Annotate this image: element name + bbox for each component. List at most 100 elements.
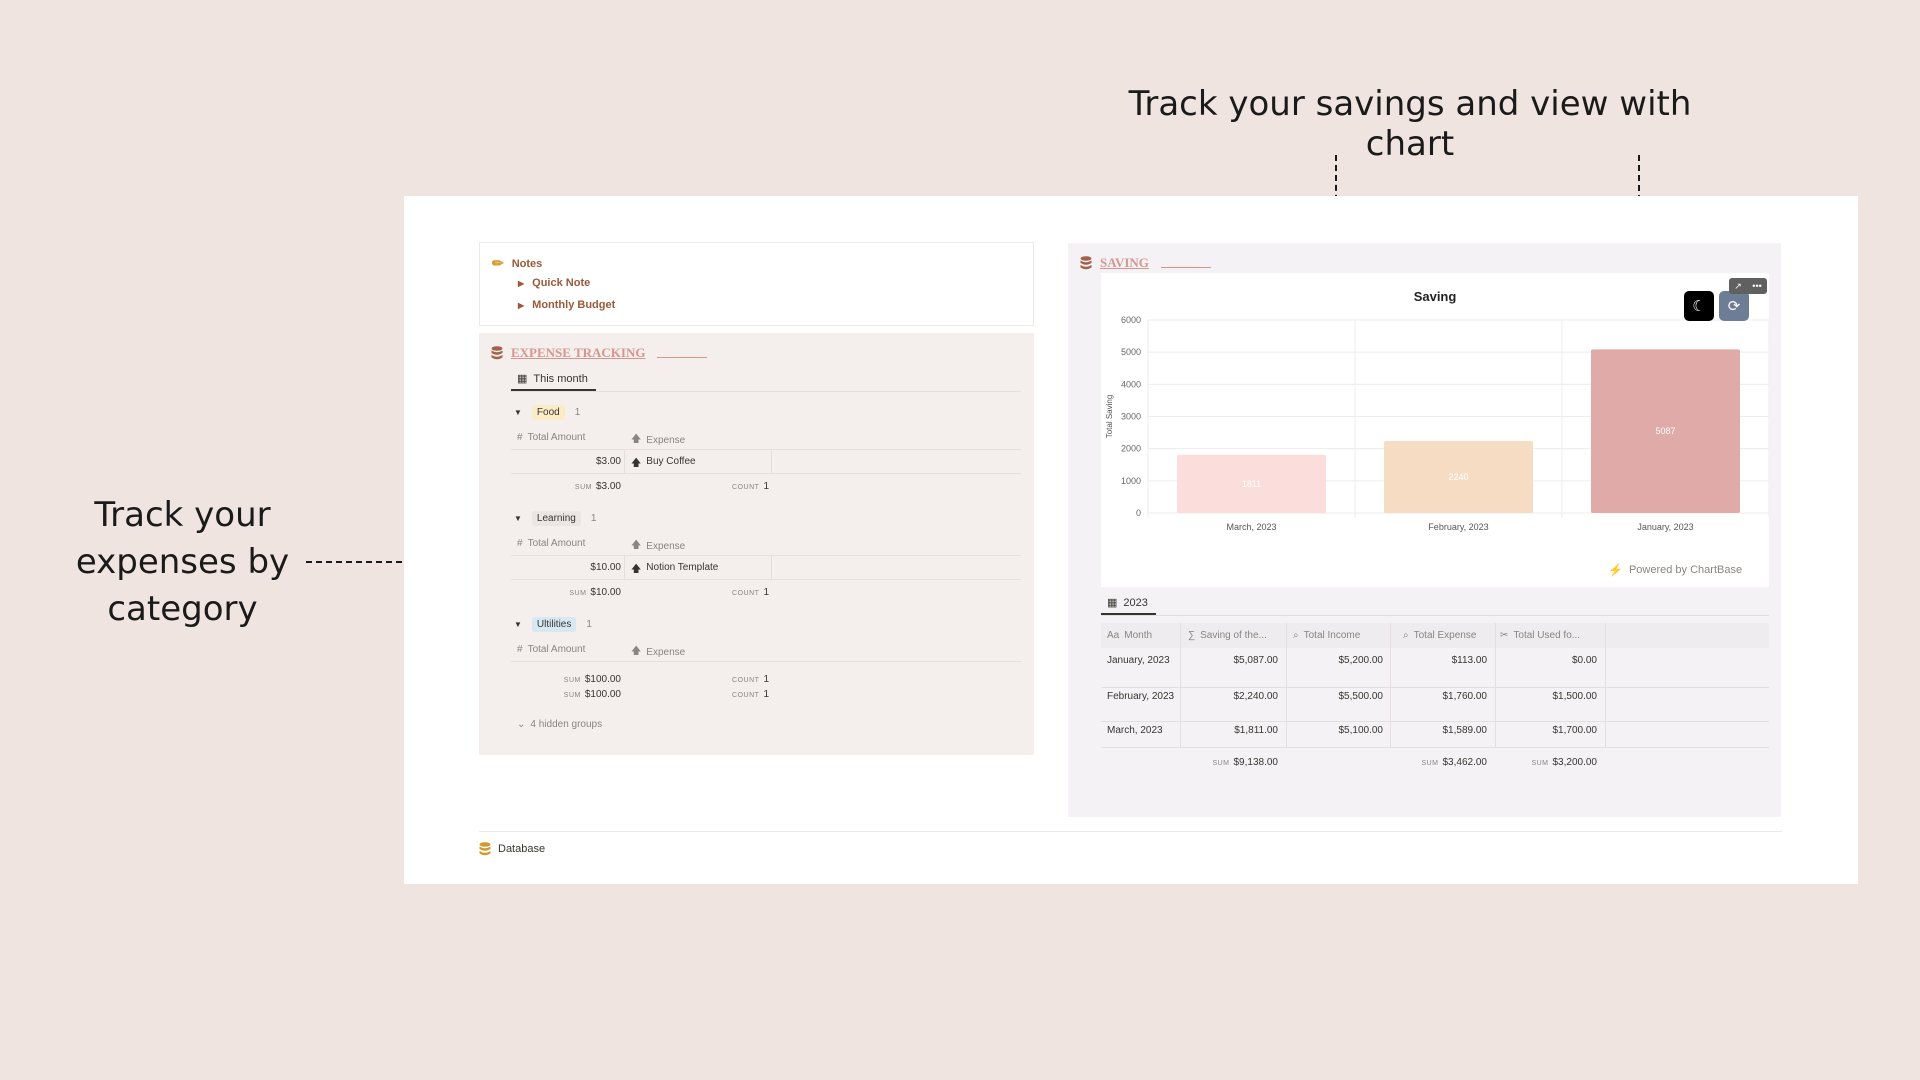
bar-value-label: 5087 bbox=[1655, 426, 1675, 436]
saving-db-title[interactable]: SAVING bbox=[1080, 255, 1211, 271]
learning-amount[interactable]: $10.00 bbox=[511, 562, 621, 573]
saving-row-used[interactable]: $0.00 bbox=[1488, 653, 1597, 668]
notes-heading: ✏ Notes bbox=[492, 255, 543, 271]
learning-sum: SUM $10.00 bbox=[569, 587, 621, 598]
toggle-monthly-budget[interactable]: ▶ Monthly Budget bbox=[518, 299, 615, 311]
arrow-up-icon: 🡅 bbox=[631, 564, 642, 575]
table-icon: ▦ bbox=[1107, 597, 1118, 609]
collapse-caret-icon[interactable]: ▼ bbox=[514, 620, 522, 629]
collapse-caret-icon[interactable]: ▼ bbox=[514, 514, 522, 523]
toggle-triangle-icon[interactable]: ▶ bbox=[518, 301, 524, 310]
food-expense[interactable]: 🡅 Buy Coffee bbox=[631, 456, 696, 473]
text-icon: Aa bbox=[1107, 630, 1120, 641]
powered-by-chartbase[interactable]: ⚡ Powered by ChartBase bbox=[1608, 563, 1742, 577]
group-food-header[interactable]: ▼ Food 1 bbox=[514, 405, 580, 420]
y-tick-label: 2000 bbox=[1121, 444, 1141, 454]
column-total-income[interactable]: ⌕ Total Income bbox=[1293, 630, 1360, 641]
column-saving[interactable]: ∑ Saving of the... bbox=[1188, 630, 1267, 641]
database-icon bbox=[491, 346, 503, 360]
saving-row-expense[interactable]: $1,760.00 bbox=[1383, 689, 1488, 704]
tab-this-month[interactable]: ▦ This month bbox=[517, 372, 588, 386]
saving-bar-chart: 0 1000 2000 3000 4000 5000 6000 1811 March, 2023… bbox=[1105, 315, 1769, 532]
table-icon: ▦ bbox=[517, 373, 528, 385]
database-link[interactable]: Database bbox=[479, 842, 545, 856]
saving-sum: SUM $9,138.00 bbox=[1212, 757, 1278, 768]
moon-icon: ☾ bbox=[1692, 298, 1706, 315]
group-utilities-pill: Ultilities bbox=[531, 617, 577, 632]
food-sum: SUM $3.00 bbox=[574, 481, 621, 492]
formula-icon: ✂ bbox=[1500, 630, 1509, 641]
y-tick-label: 5000 bbox=[1121, 347, 1141, 357]
number-icon: # bbox=[517, 644, 523, 655]
y-tick-label: 6000 bbox=[1121, 315, 1141, 325]
number-icon: # bbox=[517, 432, 523, 443]
arrow-up-icon: 🡅 bbox=[631, 458, 642, 469]
search-icon: ⌕ bbox=[1293, 630, 1299, 641]
bar-value-label: 2240 bbox=[1448, 472, 1468, 482]
chart-embed: Saving 0 1000 2000 3000 4000 5000 6000 1811 Marc… bbox=[1101, 273, 1769, 587]
utilities-count: COUNT 1 bbox=[732, 674, 769, 685]
dark-mode-button[interactable]: ☾ bbox=[1684, 291, 1714, 321]
food-count: COUNT 1 bbox=[732, 481, 769, 492]
saving-row-used[interactable]: $1,500.00 bbox=[1488, 689, 1598, 704]
toggle-quick-note[interactable]: ▶ Quick Note bbox=[518, 277, 590, 289]
hidden-groups-toggle[interactable]: ⌄ 4 hidden groups bbox=[517, 719, 602, 730]
column-expense[interactable]: 🡅 Expense bbox=[631, 432, 685, 449]
expense-tracking-database: EXPENSE TRACKING ▦ This month ▼ Food 1 #… bbox=[479, 333, 1034, 755]
y-axis-label: Total Saving bbox=[1105, 395, 1114, 439]
search-icon: ⌕ bbox=[1403, 630, 1409, 641]
column-month[interactable]: Aa Month bbox=[1107, 630, 1152, 641]
expenses-callout: Track your expenses by category bbox=[75, 495, 290, 629]
saving-database: SAVING Saving 0 1000 2000 3000 4000 5000 6000 1… bbox=[1068, 243, 1781, 817]
embed-toolbar[interactable]: ↗ ••• bbox=[1729, 278, 1767, 294]
x-tick-label: February, 2023 bbox=[1428, 522, 1488, 532]
utilities-sum: SUM $100.00 bbox=[563, 674, 621, 685]
saving-row-income[interactable]: $5,200.00 bbox=[1278, 653, 1384, 668]
collapse-caret-icon[interactable]: ▼ bbox=[514, 408, 522, 417]
group-learning-pill: Learning bbox=[531, 511, 581, 526]
refresh-icon: ⟳ bbox=[1727, 298, 1741, 315]
expand-icon[interactable]: ↗ bbox=[1734, 281, 1742, 292]
saving-row-expense[interactable]: $113.00 bbox=[1383, 653, 1487, 668]
more-icon[interactable]: ••• bbox=[1752, 281, 1761, 291]
utilities-sum-2: SUM $100.00 bbox=[563, 689, 621, 700]
group-learning-header[interactable]: ▼ Learning 1 bbox=[514, 511, 596, 526]
column-expense[interactable]: 🡅 Expense bbox=[631, 538, 685, 555]
x-tick-label: January, 2023 bbox=[1637, 522, 1693, 532]
arrow-up-icon: 🡅 bbox=[631, 540, 642, 551]
toggle-triangle-icon[interactable]: ▶ bbox=[518, 279, 524, 288]
group-utilities-header[interactable]: ▼ Ultilities 1 bbox=[514, 617, 592, 632]
saving-row-expense[interactable]: $1,589.00 bbox=[1383, 723, 1488, 738]
arrow-up-icon: 🡅 bbox=[631, 434, 642, 445]
learning-expense[interactable]: 🡅 Notion Template bbox=[631, 562, 718, 579]
expense-db-title[interactable]: EXPENSE TRACKING bbox=[491, 345, 708, 361]
used-sum: SUM $3,200.00 bbox=[1531, 757, 1597, 768]
column-total-amount[interactable]: # Total Amount bbox=[517, 538, 585, 549]
y-tick-label: 4000 bbox=[1121, 379, 1141, 389]
refresh-button[interactable]: ⟳ bbox=[1719, 291, 1749, 321]
learning-count: COUNT 1 bbox=[732, 587, 769, 598]
database-icon bbox=[1080, 256, 1092, 270]
utilities-count-2: COUNT 1 bbox=[732, 689, 769, 700]
food-amount[interactable]: $3.00 bbox=[511, 456, 621, 467]
chevron-down-icon: ⌄ bbox=[517, 719, 526, 730]
y-tick-label: 1000 bbox=[1121, 476, 1141, 486]
column-total-amount[interactable]: # Total Amount bbox=[517, 432, 585, 443]
group-food-pill: Food bbox=[531, 405, 565, 420]
column-total-used[interactable]: ✂ Total Used fo... bbox=[1500, 630, 1580, 641]
notes-block: ✏ Notes ▶ Quick Note ▶ Monthly Budget bbox=[479, 242, 1034, 326]
lightning-icon: ⚡ bbox=[1608, 563, 1623, 577]
saving-row-income[interactable]: $5,500.00 bbox=[1278, 689, 1384, 704]
y-tick-label: 3000 bbox=[1121, 412, 1141, 422]
notion-page: ✏ Notes ▶ Quick Note ▶ Monthly Budget EX… bbox=[404, 196, 1858, 884]
y-tick-label: 0 bbox=[1136, 508, 1141, 518]
tab-2023[interactable]: ▦ 2023 bbox=[1107, 596, 1148, 610]
column-total-amount[interactable]: # Total Amount bbox=[517, 644, 585, 655]
database-icon bbox=[479, 842, 491, 856]
bar-value-label: 1811 bbox=[1242, 479, 1261, 489]
x-tick-label: March, 2023 bbox=[1226, 522, 1276, 532]
column-expense[interactable]: 🡅 Expense bbox=[631, 644, 685, 661]
saving-row-income[interactable]: $5,100.00 bbox=[1278, 723, 1384, 738]
saving-row-used[interactable]: $1,700.00 bbox=[1488, 723, 1598, 738]
column-total-expense[interactable]: ⌕ Total Expense bbox=[1403, 630, 1476, 641]
